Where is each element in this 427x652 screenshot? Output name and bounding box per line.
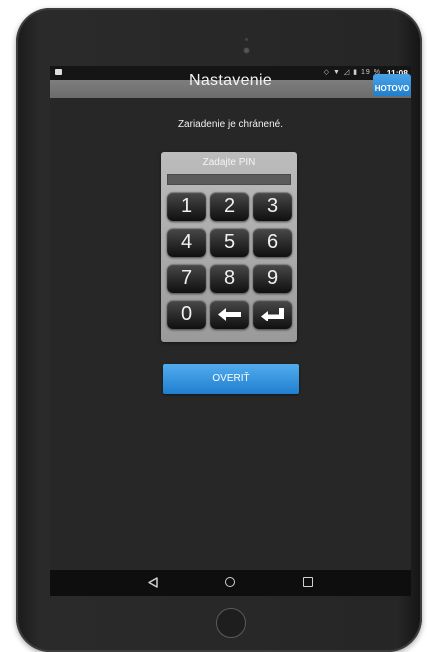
backspace-arrow-icon — [217, 308, 241, 321]
screen: ◇ ▼ ◿ ▮ 19 % 11:08 Nastavenie HOTOVO Zar… — [50, 66, 411, 596]
key-4[interactable]: 4 — [167, 228, 206, 257]
recent-apps-icon[interactable] — [303, 577, 313, 587]
verify-button[interactable]: OVERIŤ — [163, 364, 299, 394]
key-8[interactable]: 8 — [210, 264, 249, 293]
key-9[interactable]: 9 — [253, 264, 292, 293]
protected-message: Zariadenie je chránené. — [177, 119, 284, 130]
key-6[interactable]: 6 — [253, 228, 292, 257]
key-0[interactable]: 0 — [167, 300, 206, 329]
light-sensor — [245, 38, 248, 41]
key-5[interactable]: 5 — [210, 228, 249, 257]
home-icon[interactable] — [225, 577, 235, 587]
enter-return-icon — [260, 308, 284, 322]
enter-key[interactable] — [253, 300, 292, 329]
page-title: Nastavenie — [188, 72, 273, 89]
navigation-bar — [50, 570, 411, 596]
key-7[interactable]: 7 — [167, 264, 206, 293]
pin-input[interactable] — [167, 174, 291, 185]
backspace-key[interactable] — [210, 300, 249, 329]
pin-label: Zadajte PIN — [202, 157, 256, 168]
key-1[interactable]: 1 — [167, 192, 206, 221]
title-bar: Nastavenie HOTOVO — [50, 72, 411, 98]
key-3[interactable]: 3 — [253, 192, 292, 221]
hardware-home-button[interactable] — [216, 608, 246, 638]
key-2[interactable]: 2 — [210, 192, 249, 221]
pin-pad: Zadajte PIN 1 2 3 4 5 6 7 8 9 0 — [161, 152, 297, 342]
back-icon[interactable] — [148, 577, 158, 588]
front-camera — [244, 48, 249, 53]
done-button[interactable]: HOTOVO — [373, 74, 411, 96]
